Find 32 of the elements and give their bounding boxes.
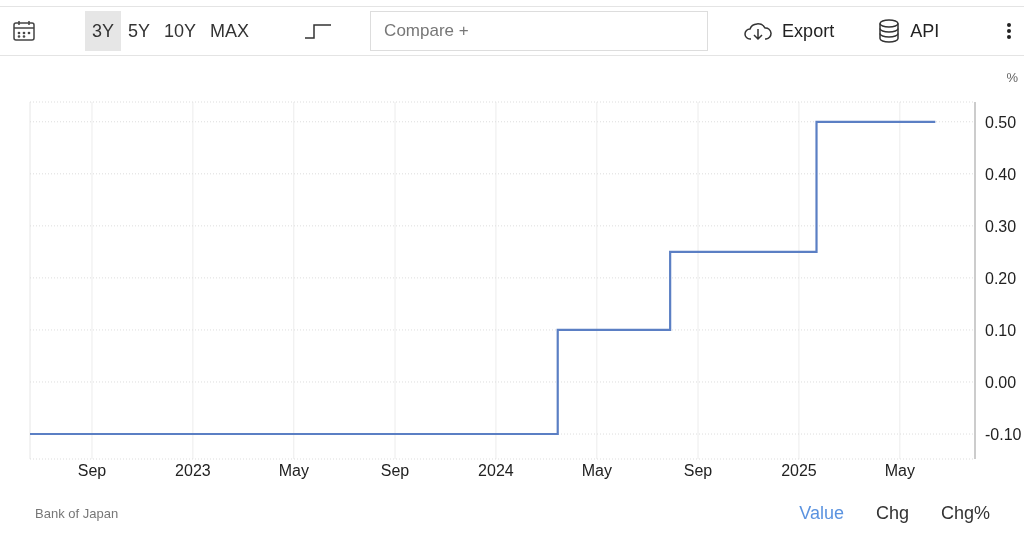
- x-axis-label: 2023: [175, 462, 211, 479]
- y-axis-label: 0.30: [985, 217, 1017, 235]
- y-axis-label: 0.20: [985, 269, 1017, 287]
- x-axis-label: Sep: [77, 462, 107, 479]
- range-tab[interactable]: 3Y: [85, 11, 122, 51]
- y-axis-label: 0.50: [985, 113, 1017, 131]
- view-tab[interactable]: Chg: [875, 502, 909, 524]
- compare-field[interactable]: Compare +: [370, 11, 709, 51]
- source-label: Bank of Japan: [35, 505, 119, 521]
- cloud-download-icon: [744, 20, 773, 42]
- api-button[interactable]: API: [878, 19, 940, 43]
- unit-label: %: [1006, 70, 1018, 85]
- range-tab[interactable]: 5Y: [121, 11, 158, 51]
- x-axis-label: 2024: [478, 462, 514, 479]
- x-axis-label: May: [884, 462, 915, 479]
- x-axis-label: May: [581, 462, 612, 479]
- calendar-icon[interactable]: [12, 19, 36, 43]
- y-axis-label: -0.10: [985, 426, 1022, 443]
- y-axis-label: 0.40: [985, 165, 1017, 183]
- x-axis-label: 2025: [781, 462, 817, 479]
- range-tab[interactable]: MAX: [203, 11, 257, 51]
- y-axis-label: 0.00: [985, 374, 1017, 391]
- x-axis-label: Sep: [380, 462, 410, 479]
- x-axis-label: May: [278, 462, 309, 479]
- step-chart-icon[interactable]: [304, 23, 333, 39]
- view-tab[interactable]: Chg%: [940, 502, 990, 524]
- export-button[interactable]: Export: [744, 20, 835, 42]
- x-axis-label: Sep: [683, 462, 713, 479]
- database-icon: [878, 19, 901, 43]
- y-axis-label: 0.10: [985, 321, 1017, 339]
- range-tab[interactable]: 10Y: [157, 11, 204, 51]
- more-icon[interactable]: [1006, 22, 1012, 40]
